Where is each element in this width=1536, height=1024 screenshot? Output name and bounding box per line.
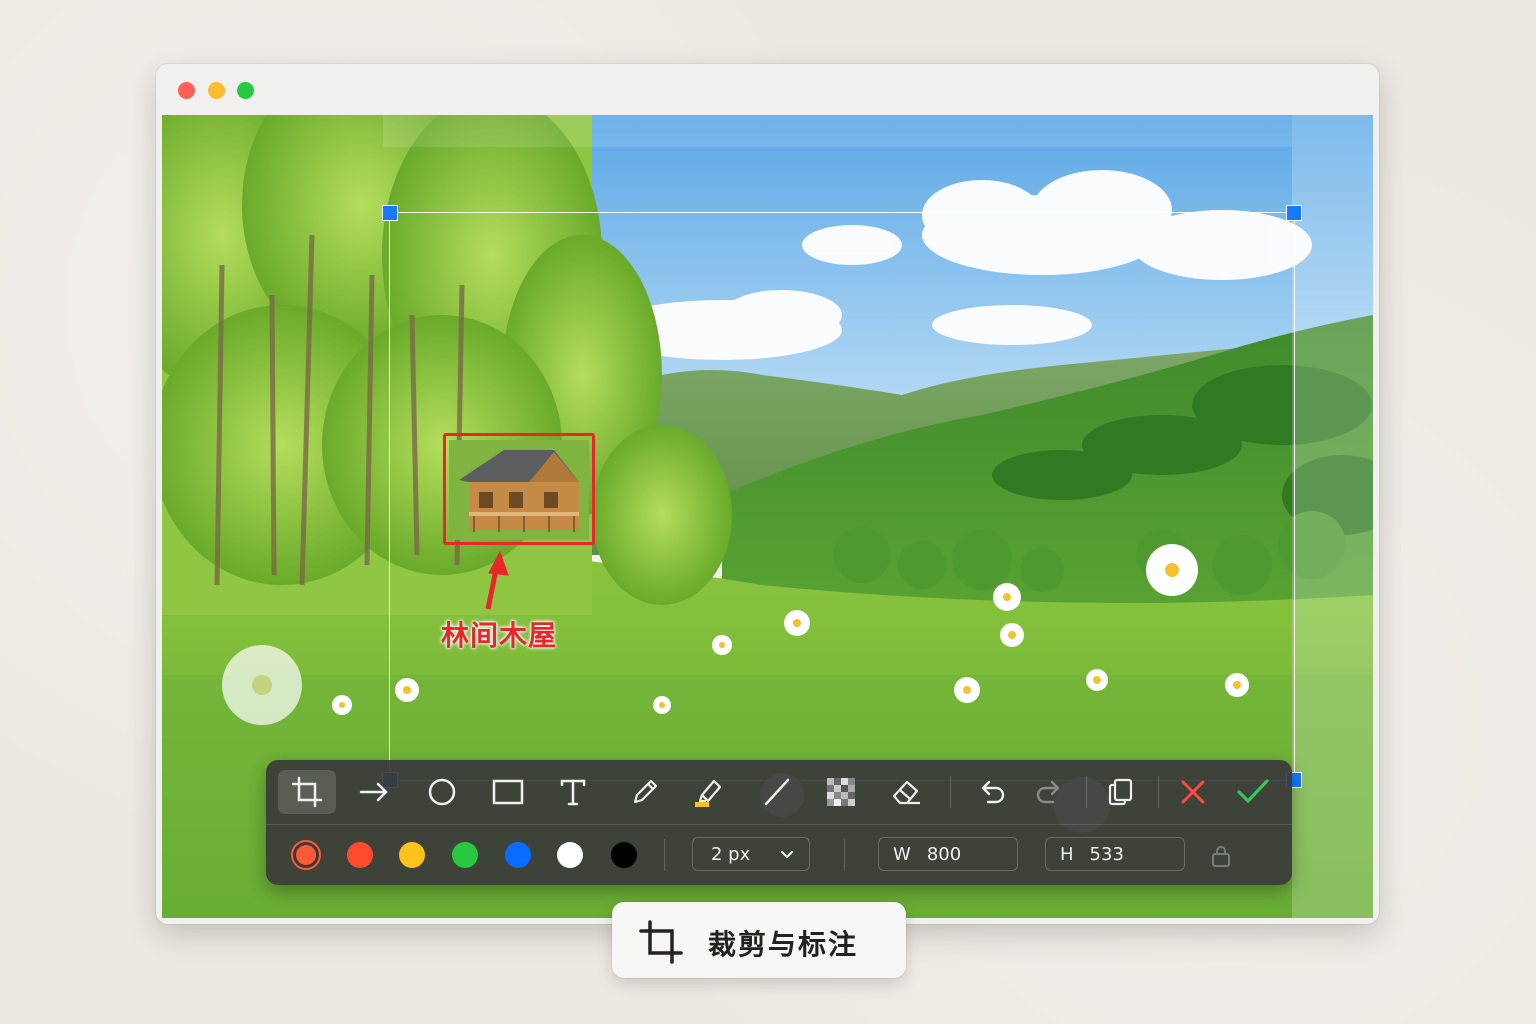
- tool-row: [266, 760, 1292, 824]
- mosaic-icon: [827, 778, 855, 806]
- undo-icon: [981, 780, 1005, 804]
- width-field[interactable]: W 800: [878, 837, 1018, 871]
- mosaic-tool-button[interactable]: [812, 770, 870, 814]
- toolbar-separator: [844, 839, 845, 871]
- width-field-value: 800: [926, 843, 962, 865]
- color-swatch-black[interactable]: [611, 842, 637, 868]
- rectangle-icon: [492, 779, 524, 805]
- crop-icon: [639, 920, 683, 964]
- chevron-down-icon: [781, 851, 793, 858]
- toolbar-separator: [664, 839, 665, 871]
- rectangle-tool-button[interactable]: [479, 770, 537, 814]
- ellipse-tool-button[interactable]: [413, 770, 471, 814]
- color-swatch-blue[interactable]: [505, 842, 531, 868]
- color-swatch-green[interactable]: [452, 842, 478, 868]
- crop-tool-button[interactable]: [278, 770, 336, 814]
- copy-icon: [1108, 778, 1133, 806]
- feature-caption: 裁剪与标注: [612, 902, 906, 978]
- text-icon: [560, 779, 586, 806]
- circle-icon: [428, 778, 456, 806]
- crop-icon: [291, 776, 323, 808]
- highlighter-tool-button[interactable]: [680, 770, 738, 814]
- undo-button[interactable]: [963, 770, 1021, 814]
- annotation-text[interactable]: 林间木屋: [441, 614, 591, 654]
- line-tool-button[interactable]: [748, 770, 806, 814]
- pencil-tool-button[interactable]: [616, 770, 674, 814]
- text-tool-button[interactable]: [544, 770, 602, 814]
- check-icon: [1237, 779, 1269, 803]
- cancel-button[interactable]: [1164, 770, 1222, 814]
- toolbar-separator: [950, 776, 951, 808]
- confirm-button[interactable]: [1224, 770, 1282, 814]
- eraser-tool-button[interactable]: [877, 770, 935, 814]
- close-icon: [1181, 780, 1205, 804]
- aspect-lock-button[interactable]: [1210, 844, 1232, 872]
- eraser-icon: [892, 780, 920, 805]
- zoom-window-button[interactable]: [237, 82, 254, 99]
- property-row: 2 px W 800 H 533: [266, 825, 1292, 885]
- height-field-value: 533: [1089, 843, 1124, 865]
- stroke-width-value: 2 px: [711, 843, 751, 865]
- caption-text: 裁剪与标注: [708, 928, 859, 961]
- color-swatch-yellow[interactable]: [399, 842, 425, 868]
- crop-handle-top-right[interactable]: [1286, 205, 1302, 221]
- arrow-right-icon: [359, 782, 388, 802]
- color-swatch-white[interactable]: [557, 842, 583, 868]
- title-bar: [156, 64, 1379, 114]
- pencil-icon: [633, 779, 658, 804]
- height-field[interactable]: H 533: [1045, 837, 1185, 871]
- annotation-rectangle[interactable]: [443, 433, 595, 545]
- stroke-width-dropdown[interactable]: 2 px: [692, 837, 810, 871]
- annotation-toolbar: 2 px W 800 H 533: [266, 760, 1292, 885]
- arrow-tool-button[interactable]: [345, 770, 403, 814]
- toolbar-separator: [1086, 776, 1087, 808]
- color-swatch-orange-red[interactable]: [347, 842, 373, 868]
- toolbar-separator: [1158, 776, 1159, 808]
- highlighter-icon: [695, 779, 722, 807]
- line-icon: [764, 778, 790, 806]
- redo-button[interactable]: [1020, 770, 1078, 814]
- minimize-window-button[interactable]: [208, 82, 225, 99]
- crop-handle-top-left[interactable]: [382, 205, 398, 221]
- copy-button[interactable]: [1092, 770, 1150, 814]
- close-window-button[interactable]: [178, 82, 195, 99]
- color-swatch-red[interactable]: [296, 845, 316, 865]
- redo-icon: [1036, 780, 1060, 804]
- lock-icon: [1212, 846, 1230, 867]
- width-field-label: W: [893, 843, 911, 865]
- height-field-label: H: [1060, 843, 1074, 865]
